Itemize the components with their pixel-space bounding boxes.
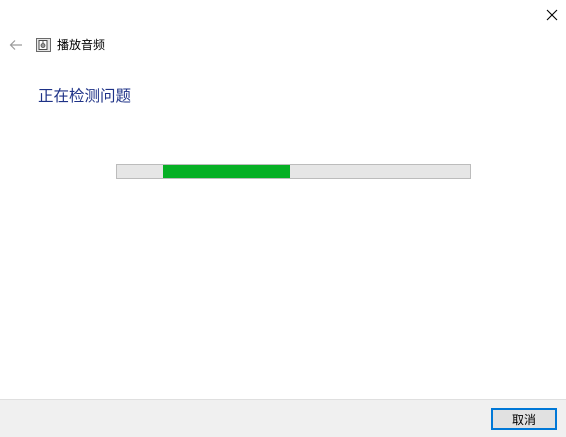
cancel-button[interactable]: 取消 bbox=[491, 408, 557, 430]
back-arrow-icon bbox=[9, 40, 22, 50]
close-icon bbox=[546, 9, 558, 21]
progress-fill bbox=[163, 165, 290, 178]
back-button[interactable] bbox=[8, 37, 24, 53]
title-row: 播放音频 bbox=[8, 37, 105, 53]
footer-bar: 取消 bbox=[0, 399, 566, 437]
window-title: 播放音频 bbox=[57, 38, 106, 52]
close-button[interactable] bbox=[542, 5, 562, 25]
page-heading: 正在检测问题 bbox=[38, 87, 132, 105]
speaker-troubleshooter-icon bbox=[36, 38, 51, 52]
troubleshooter-window: 播放音频 正在检测问题 取消 bbox=[0, 0, 566, 437]
progress-bar bbox=[116, 164, 471, 179]
